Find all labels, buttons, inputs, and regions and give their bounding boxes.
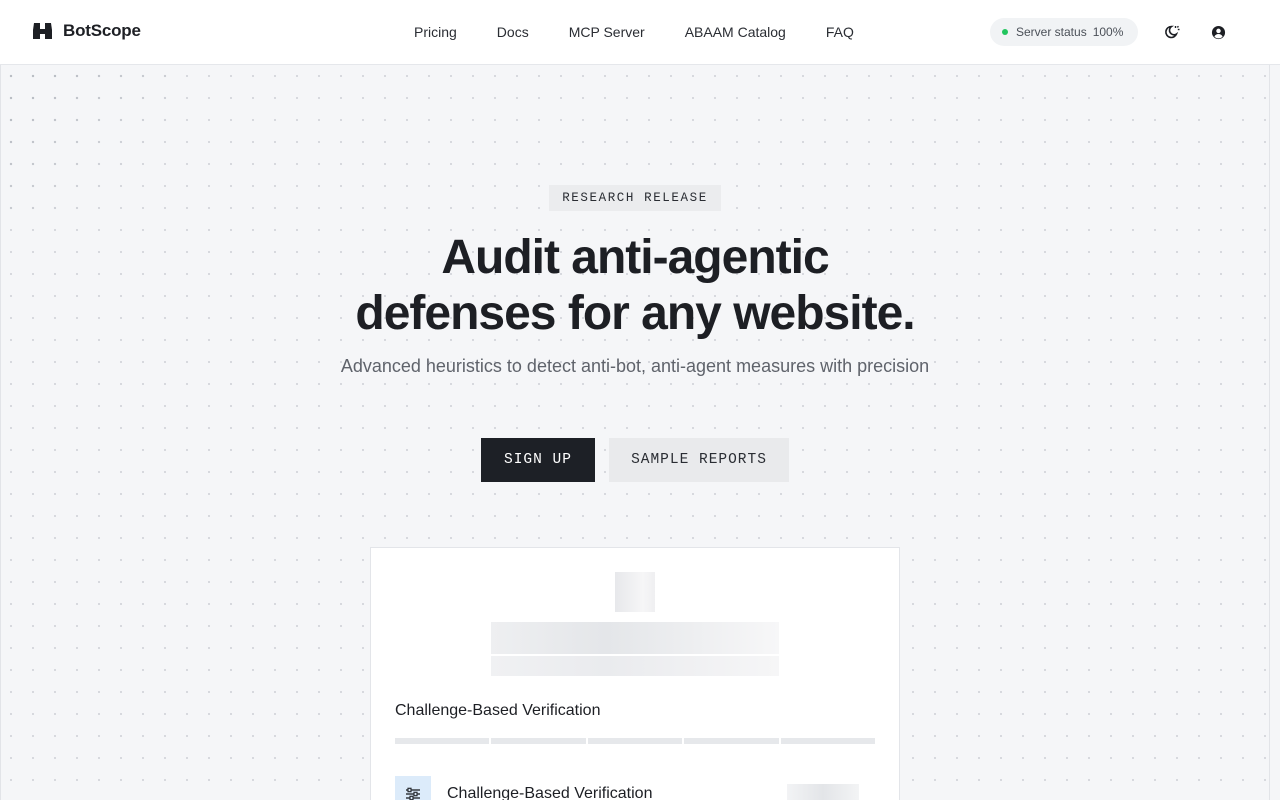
server-status-label: Server status [1016, 25, 1087, 39]
progress-segments [395, 738, 876, 744]
loading-placeholder-title [491, 622, 779, 654]
right-border [1269, 65, 1270, 800]
progress-segment [491, 738, 586, 744]
logo-link[interactable]: BotScope [32, 20, 141, 42]
progress-segment [780, 738, 876, 744]
progress-segment [395, 738, 490, 744]
row-title: Challenge-Based Verification [447, 785, 653, 800]
top-header: BotScope Pricing Docs MCP Server ABAAM C… [0, 0, 1280, 65]
left-border [0, 65, 1, 800]
progress-segment [684, 738, 779, 744]
binoculars-icon [33, 23, 52, 39]
hero-headline-line1: Audit anti-agentic [441, 231, 829, 284]
row-icon-container [395, 776, 431, 800]
loading-placeholder-status [787, 784, 859, 800]
hero-subheading: Advanced heuristics to detect anti-bot, … [340, 356, 930, 376]
research-release-badge: RESEARCH RELEASE [549, 185, 721, 211]
loading-placeholder-subtitle [491, 656, 779, 676]
server-status-value: 100% [1092, 25, 1124, 39]
user-account-button[interactable] [1208, 22, 1228, 42]
status-dot-icon [1002, 29, 1008, 35]
hero-headline-line2: defenses for any website. [355, 287, 915, 340]
dotted-background-accent [0, 65, 170, 225]
loading-placeholder-icon [615, 572, 655, 612]
hero-headline: Audit anti-agentic defenses for any webs… [240, 230, 1030, 342]
card-section-title: Challenge-Based Verification [395, 702, 601, 719]
sign-up-button[interactable]: SIGN UP [481, 438, 595, 482]
progress-segment [587, 738, 683, 744]
server-status-badge[interactable]: Server status 100% [990, 18, 1138, 46]
nav-item-mcp-server[interactable]: MCP Server [569, 24, 645, 40]
sample-reports-button[interactable]: SAMPLE REPORTS [609, 438, 789, 482]
nav-item-faq[interactable]: FAQ [826, 24, 854, 40]
user-circle-icon [1211, 25, 1225, 39]
theme-toggle-icon [1165, 25, 1180, 39]
main-nav: Pricing Docs MCP Server ABAAM Catalog FA… [414, 0, 854, 64]
sliders-icon [406, 787, 420, 800]
nav-item-docs[interactable]: Docs [497, 24, 529, 40]
nav-item-abaam-catalog[interactable]: ABAAM Catalog [685, 24, 786, 40]
theme-toggle-button[interactable] [1162, 22, 1182, 42]
app-name: BotScope [63, 21, 141, 40]
nav-item-pricing[interactable]: Pricing [414, 24, 457, 40]
report-preview-card: Challenge-Based Verification Challenge-B… [370, 547, 900, 800]
